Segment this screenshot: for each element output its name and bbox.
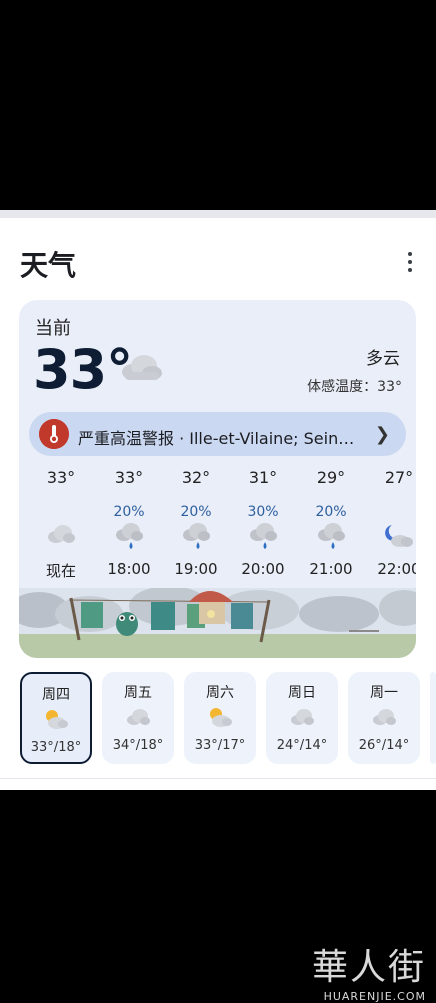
day-range: 33°/17°: [194, 738, 246, 753]
cloud-rain-icon: [250, 523, 277, 549]
day-card-friday[interactable]: 周五 34°/18°: [102, 672, 174, 764]
hour-time: 现在: [45, 562, 76, 580]
sun-cloud-icon: [210, 708, 232, 727]
hour-temp: 27°: [384, 468, 414, 487]
divider: [0, 778, 436, 779]
day-name: 周日: [288, 685, 316, 701]
cloud-icon: [127, 709, 150, 725]
hourly-forecast[interactable]: 33° 现在 33° 20% 18:00 32° 20% 19:00 31° 3…: [19, 468, 416, 588]
hour-time: 19:00: [174, 560, 218, 578]
day-name: 周四: [42, 687, 70, 703]
current-label: 当前: [35, 318, 71, 339]
hour-temp: 33°: [46, 468, 76, 487]
more-options-icon[interactable]: [406, 252, 414, 272]
alert-text: 严重高温警报 · Ille-et-Vilaine; Sein…: [78, 429, 355, 448]
day-card-sunday[interactable]: 周日 24°/14°: [266, 672, 338, 764]
chevron-right-icon[interactable]: ❯: [375, 424, 390, 445]
hour-temp: 29°: [316, 468, 346, 487]
hour-time: 22:00: [377, 560, 416, 578]
cloud-icon: [373, 709, 396, 725]
day-card-next[interactable]: [430, 672, 436, 764]
hour-time: 20:00: [241, 560, 285, 578]
day-range: 34°/18°: [112, 738, 164, 753]
heat-alert-banner[interactable]: 严重高温警报 · Ille-et-Vilaine; Sein… ❯: [29, 412, 406, 456]
watermark: 華人街 HUARENJIE.COM: [312, 938, 426, 1003]
sun-cloud-icon: [46, 710, 68, 729]
day-card-saturday[interactable]: 周六 33°/17°: [184, 672, 256, 764]
cloud-icon: [122, 355, 162, 380]
weather-sheet: 天气 当前 33° 多云 体感温度：33° 严重高温警报 · Ille-et-V…: [0, 210, 436, 790]
cloud-icon: [48, 525, 75, 543]
hour-time: 18:00: [107, 560, 151, 578]
hour-time: 21:00: [309, 560, 353, 578]
hour-precip: 30%: [247, 504, 279, 520]
day-name: 周六: [206, 685, 234, 701]
hour-temp: 33°: [114, 468, 144, 487]
cloud-rain-icon: [318, 523, 345, 549]
hour-precip: 20%: [113, 504, 145, 520]
feels-like: 体感温度：33°: [307, 379, 402, 395]
day-card-monday[interactable]: 周一 26°/14°: [348, 672, 420, 764]
moon-cloud-icon: [385, 525, 413, 547]
hour-temp: 31°: [248, 468, 278, 487]
watermark-logo: 華人街: [311, 947, 426, 988]
current-weather-card[interactable]: 当前 33° 多云 体感温度：33° 严重高温警报 · Ille-et-Vila…: [19, 300, 416, 658]
day-range: 24°/14°: [276, 738, 328, 753]
weather-illustration: [19, 588, 416, 658]
current-condition: 多云: [366, 349, 400, 369]
hour-precip: 20%: [180, 504, 212, 520]
watermark-url: HUARENJIE.COM: [323, 990, 426, 1003]
app-title: 天气: [20, 249, 77, 282]
day-name: 周五: [124, 685, 152, 701]
day-range: 33°/18°: [30, 740, 82, 755]
cloud-icon: [291, 709, 314, 725]
daily-forecast[interactable]: 周四 33°/18° 周五 34°/18° 周六 33°/17° 周日 24°/…: [0, 672, 436, 772]
day-range: 26°/14°: [358, 738, 410, 753]
cloud-rain-icon: [183, 523, 210, 549]
day-name: 周一: [370, 685, 398, 701]
hour-precip: 20%: [315, 504, 347, 520]
day-card-thursday[interactable]: 周四 33°/18°: [20, 672, 92, 764]
thermometer-alert-icon: [39, 419, 69, 449]
current-temperature: 33°: [33, 338, 133, 401]
cloud-rain-icon: [116, 523, 143, 549]
hour-temp: 32°: [181, 468, 211, 487]
